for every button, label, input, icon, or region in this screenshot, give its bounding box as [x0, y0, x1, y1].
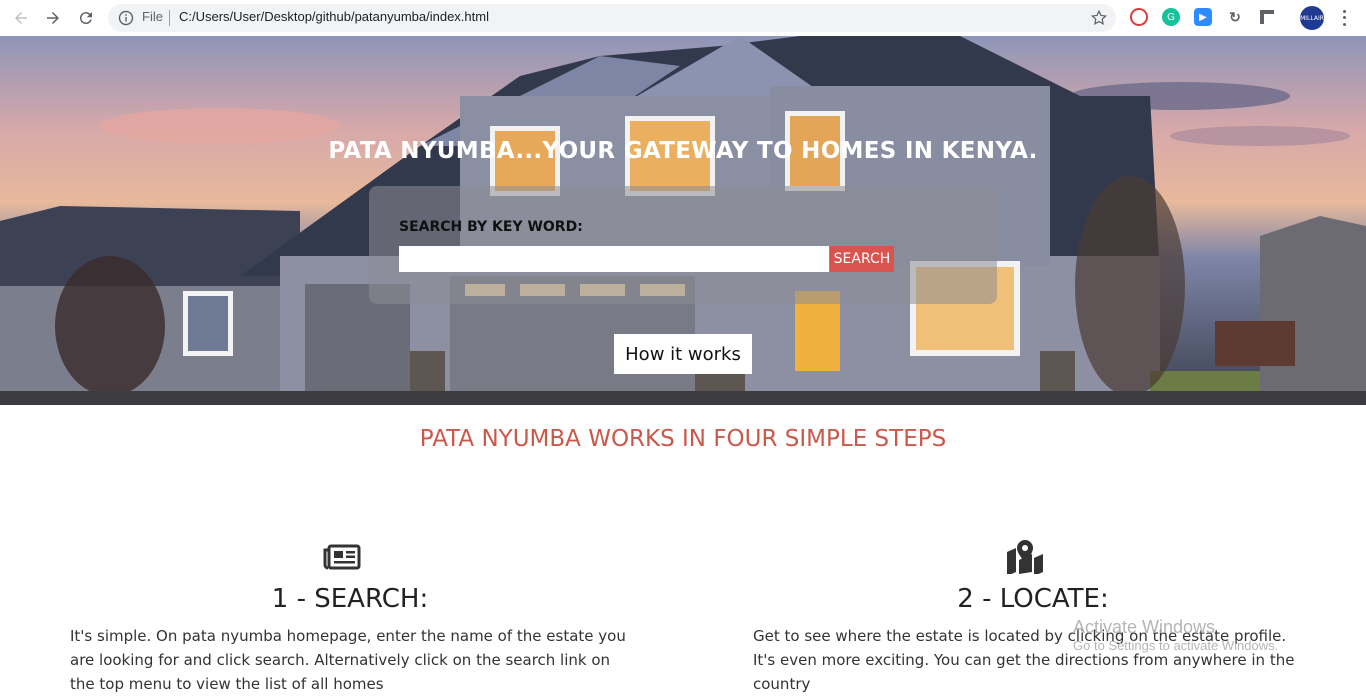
browser-toolbar: File C:/Users/User/Desktop/github/patany… — [0, 0, 1366, 37]
browser-menu-button[interactable] — [1336, 8, 1352, 28]
how-it-works-button[interactable]: How it works — [614, 334, 752, 374]
search-button[interactable]: SEARCH — [830, 246, 894, 272]
arrow-right-icon — [47, 12, 59, 24]
info-icon[interactable] — [118, 10, 134, 26]
hero-banner: PATA NYUMBA...YOUR GATEWAY TO HOMES IN K… — [0, 36, 1366, 405]
step-description: It's simple. On pata nyumba homepage, en… — [70, 627, 626, 693]
refresh-ext-icon[interactable]: ↻ — [1226, 8, 1244, 26]
forward-button[interactable] — [41, 6, 65, 30]
profile-avatar[interactable]: MILLAIR — [1300, 6, 1324, 30]
reload-button[interactable] — [74, 6, 98, 30]
extension-icon[interactable] — [1258, 8, 1276, 26]
steps-heading: PATA NYUMBA WORKS IN FOUR SIMPLE STEPS — [419, 426, 947, 452]
step-title: 2 - LOCATE: — [957, 584, 1109, 614]
newspaper-icon — [323, 544, 361, 570]
divider — [169, 10, 170, 26]
zoom-icon[interactable]: ▶ — [1194, 8, 1212, 26]
search-panel: SEARCH BY KEY WORD: SEARCH — [369, 186, 997, 304]
back-button[interactable] — [9, 6, 33, 30]
windows-activation-watermark: Activate Windows Go to Settings to activ… — [1073, 617, 1278, 653]
map-location-icon — [1007, 540, 1043, 574]
search-label: SEARCH BY KEY WORD: — [399, 219, 583, 235]
reload-icon — [79, 12, 92, 25]
bookmark-star-icon[interactable] — [1090, 9, 1108, 27]
arrow-left-icon — [15, 12, 27, 24]
watermark-line-2: Go to Settings to activate Windows. — [1073, 638, 1279, 653]
address-bar[interactable]: File C:/Users/User/Desktop/github/patany… — [108, 4, 1116, 32]
lastpass-icon[interactable] — [1130, 8, 1148, 26]
watermark-line-1: Activate Windows — [1073, 617, 1216, 637]
search-input[interactable] — [399, 246, 829, 272]
protocol-label: File — [142, 9, 163, 24]
step-title: 1 - SEARCH: — [271, 584, 429, 614]
hero-title: PATA NYUMBA...YOUR GATEWAY TO HOMES IN K… — [328, 138, 1038, 164]
url-text[interactable]: C:/Users/User/Desktop/github/patanyumba/… — [179, 9, 489, 24]
grammarly-icon[interactable]: G — [1162, 8, 1180, 26]
